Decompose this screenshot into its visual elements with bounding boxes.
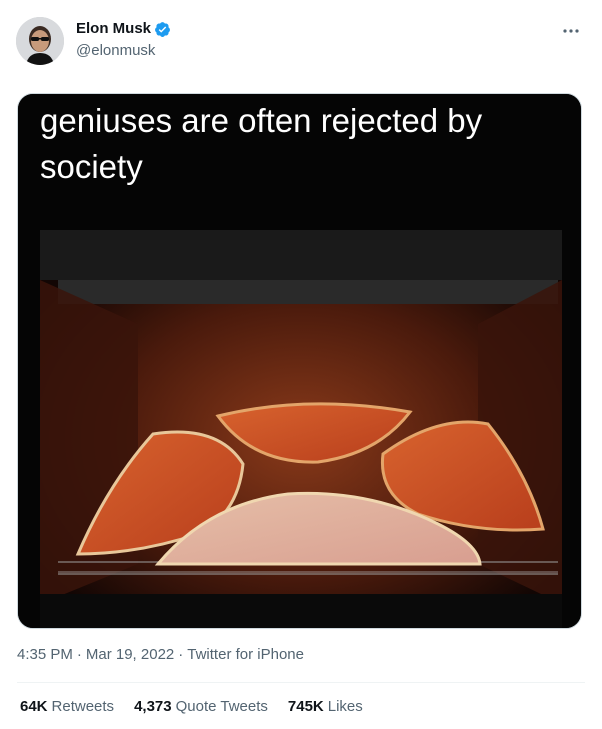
quote-tweets-count: 4,373 [134, 698, 172, 715]
retweets-stat[interactable]: 64K Retweets [20, 697, 114, 717]
likes-count: 745K [287, 698, 324, 715]
author-name-row[interactable]: Elon Musk [76, 19, 171, 39]
tweet-meta: 4:35 PM · Mar 19, 2022 · Twitter for iPh… [17, 645, 304, 665]
verified-badge-icon [154, 21, 171, 38]
meta-separator: · [76, 646, 82, 663]
meta-separator: · [178, 646, 184, 663]
media-caption: geniuses are often rejected by society [40, 98, 560, 190]
caption-line-2: society [40, 148, 143, 185]
tweet-media[interactable]: geniuses are often rejected by society [17, 93, 582, 629]
avatar[interactable] [16, 17, 64, 65]
author-display-name[interactable]: Elon Musk [76, 19, 151, 39]
tweet-time[interactable]: 4:35 PM [17, 645, 73, 665]
more-dots-icon [563, 29, 579, 33]
divider [17, 682, 585, 683]
tweet-stats: 64K Retweets 4,373 Quote Tweets 745K Likes [20, 697, 363, 717]
retweets-count: 64K [20, 698, 48, 715]
quote-tweets-label: Quote Tweets [175, 698, 268, 715]
likes-stat[interactable]: 745K Likes [288, 697, 363, 717]
caption-line-1: geniuses are often rejected by [40, 102, 483, 139]
avatar-image [16, 17, 64, 65]
tweet-date[interactable]: Mar 19, 2022 [86, 645, 174, 665]
quote-tweets-stat[interactable]: 4,373 Quote Tweets [134, 697, 268, 717]
author-handle[interactable]: @elonmusk [76, 41, 155, 61]
more-button[interactable] [556, 18, 586, 44]
tweet-source[interactable]: Twitter for iPhone [187, 645, 304, 665]
retweets-label: Retweets [51, 698, 115, 715]
tweet: Elon Musk @elonmusk geniuses are often r… [0, 0, 602, 729]
likes-label: Likes [327, 698, 363, 715]
